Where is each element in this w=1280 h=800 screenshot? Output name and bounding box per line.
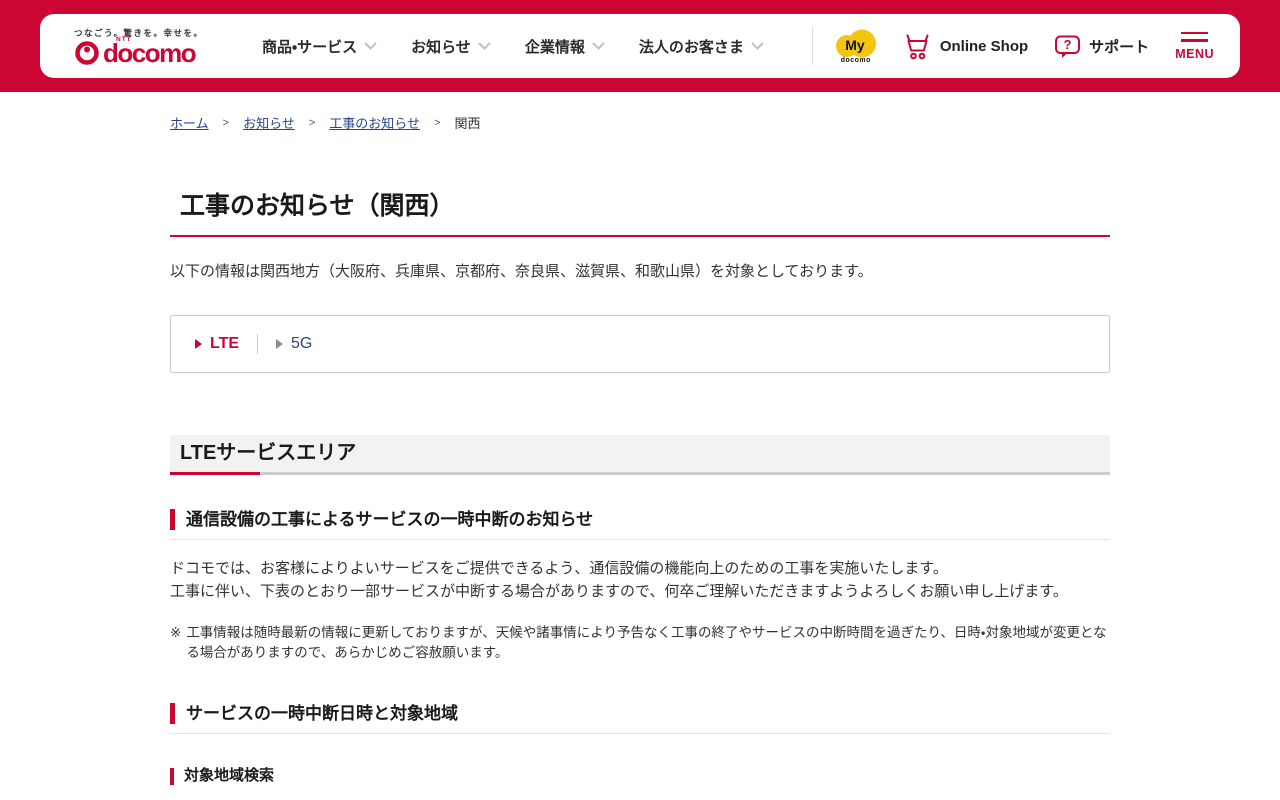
nav-item-corporate-info[interactable]: 企業情報 [525,36,605,57]
header-utility-group: My docomo Online Shop ? サポート MENU [811,27,1240,65]
page-title: 工事のお知らせ（関西） [170,189,1110,237]
schedule-heading-text: サービスの一時中断日時と対象地域 [186,704,458,723]
area-search-heading-text: 対象地域検索 [184,767,275,784]
note-mark: ※ [170,625,182,640]
area-search-heading: 対象地域検索 [170,767,1110,785]
docomo-logo[interactable]: つなごう。驚きを。幸せを。 NTT docomo [74,27,226,66]
support-button[interactable]: ? サポート [1054,33,1149,60]
anchor-5g-label: 5G [291,335,313,352]
interruption-description: ドコモでは、お客様によりよいサービスをご提供できるよう、通信設備の機能向上のため… [170,557,1110,603]
nav-item-label: 法人のお客さま [638,38,744,56]
nav-item-label: お知らせ [411,38,471,56]
nav-item-business[interactable]: 法人のお客さま [639,36,764,57]
schedule-heading: サービスの一時中断日時と対象地域 [170,703,1110,734]
chevron-down-icon [364,42,377,50]
anchor-links-box: LTE 5G [170,315,1110,373]
brand-tagline: つなごう。驚きを。幸せを。 [74,27,204,38]
anchor-divider [257,334,259,354]
nav-item-label: 商品・サービス [262,38,358,56]
lte-service-area-heading: LTEサービスエリア [170,435,1110,475]
breadcrumb-separator: > [434,116,441,129]
cart-icon [906,34,929,59]
breadcrumb-construction-news[interactable]: 工事のお知らせ [329,113,420,132]
online-shop-label: Online Shop [939,37,1029,55]
breadcrumb-current: 関西 [454,116,481,131]
note-text: 工事情報は随時最新の情報に更新しておりますが、天候や諸事情により予告なく工事の終… [186,625,1107,660]
heading-red-bar [170,767,174,785]
breadcrumb-news[interactable]: お知らせ [243,113,295,132]
chevron-down-icon [478,42,491,50]
my-docomo-label: docomo [840,56,871,64]
anchor-link-5g[interactable]: 5G [276,335,312,353]
heading-red-bar [170,509,175,530]
description-line-2: 工事に伴い、下表のとおり一部サービスが中断する場合がありますので、何卒ご理解いた… [170,583,1068,600]
intro-text: 以下の情報は関西地方（大阪府、兵庫県、京都府、奈良県、滋賀県、和歌山県）を対象と… [170,263,873,280]
header-divider [811,27,813,65]
my-docomo-button[interactable]: My docomo [833,29,879,64]
docomo-mark-icon [75,40,99,65]
main-nav: 商品・サービス お知らせ 企業情報 法人のお客さま [262,36,764,57]
caution-note: ※ 工事情報は随時最新の情報に更新しておりますが、天候や諸事情により予告なく工事… [170,623,1110,663]
svg-text:My: My [845,37,865,53]
triangle-right-icon [276,339,284,349]
header-bar: つなごう。驚きを。幸せを。 NTT docomo 商品・サービス お知らせ 企業… [40,14,1240,78]
heading-red-bar [170,703,175,724]
nav-item-products[interactable]: 商品・サービス [262,36,377,57]
svg-text:?: ? [1064,37,1072,52]
logo-wordmark: docomo [103,37,197,68]
support-label: サポート [1089,38,1150,56]
interruption-notice-heading-text: 通信設備の工事によるサービスの一時中断のお知らせ [186,510,594,529]
breadcrumb-separator: > [222,116,230,129]
main-content: ホーム > お知らせ > 工事のお知らせ > 関西 工事のお知らせ（関西） 以下… [170,92,1110,800]
question-bubble-icon: ? [1055,35,1081,58]
header-band: つなごう。驚きを。幸せを。 NTT docomo 商品・サービス お知らせ 企業… [0,0,1280,92]
nav-item-news[interactable]: お知らせ [411,36,491,57]
breadcrumb-separator: > [308,116,316,129]
breadcrumb-home[interactable]: ホーム [170,113,209,132]
nav-item-label: 企業情報 [524,38,585,56]
online-shop-button[interactable]: Online Shop [903,33,1028,60]
logo-ntt-label: NTT [116,35,132,43]
logo-row: NTT docomo [74,36,226,68]
my-docomo-icon: My [835,29,876,57]
anchor-link-lte[interactable]: LTE [195,335,239,353]
description-line-1: ドコモでは、お客様によりよいサービスをご提供できるよう、通信設備の機能向上のため… [170,560,948,577]
menu-label: MENU [1175,46,1214,61]
chevron-down-icon [592,42,605,50]
breadcrumb: ホーム > お知らせ > 工事のお知らせ > 関西 [170,92,1110,132]
anchor-lte-label: LTE [210,335,240,352]
triangle-right-icon [195,339,202,349]
chevron-down-icon [751,42,764,50]
hamburger-icon [1181,31,1209,42]
interruption-notice-heading: 通信設備の工事によるサービスの一時中断のお知らせ [170,509,1110,540]
menu-button[interactable]: MENU [1175,31,1214,61]
